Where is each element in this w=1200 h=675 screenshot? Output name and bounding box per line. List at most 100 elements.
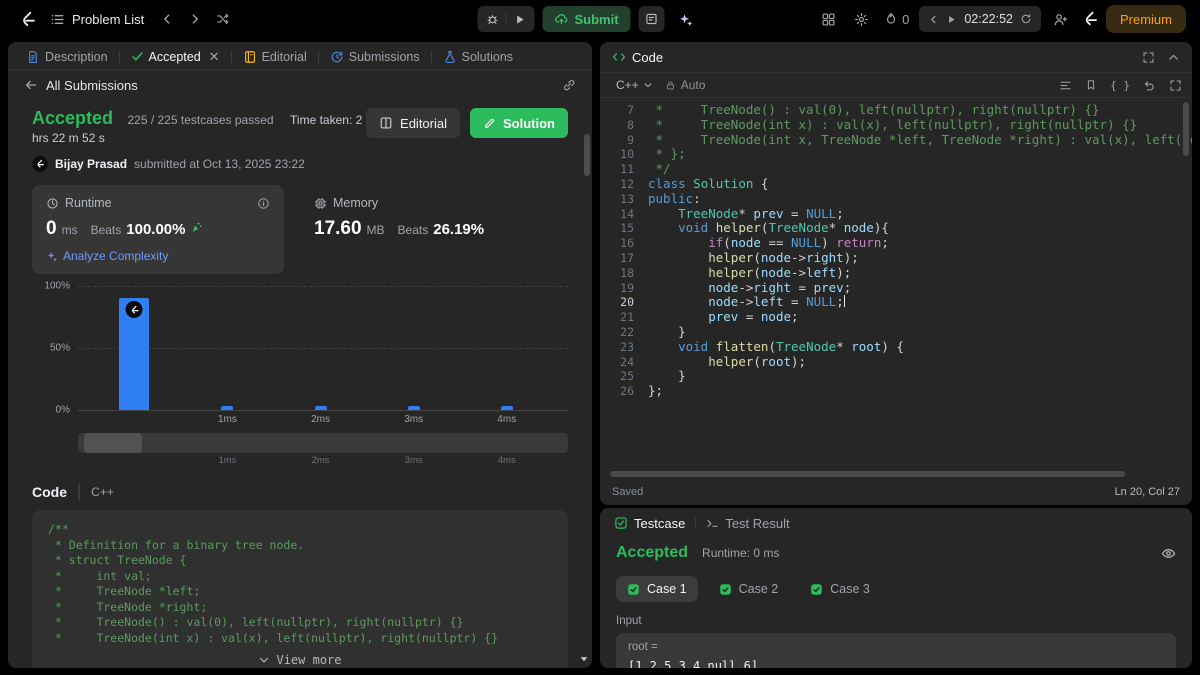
settings-gear-icon[interactable] [848,6,874,32]
author-name[interactable]: Bijay Prasad [55,157,127,171]
editor-line-18[interactable]: 18 helper(node->left); [600,265,1192,281]
bookmark-icon[interactable] [1085,79,1097,91]
collapse-chevron-icon[interactable] [1167,51,1180,64]
analyze-complexity-button[interactable]: Analyze Complexity [46,249,168,263]
line-content: class Solution { [648,175,769,191]
chart-bar-0ms[interactable] [119,298,150,410]
leetcode-logo-icon[interactable] [14,6,40,32]
editor-line-25[interactable]: 25 } [600,368,1192,384]
runtime-card[interactable]: Runtime 0 ms Beats 100.00% Analyze Compl… [32,185,284,274]
memory-card[interactable]: Memory 17.60 MB Beats 26.19% [300,185,552,274]
editor-line-11[interactable]: 11 */ [600,161,1192,177]
y-tick-label: 100% [44,280,70,292]
undo-icon[interactable] [1143,79,1156,92]
editor-line-26[interactable]: 26}; [600,383,1192,399]
submit-label: Submit [574,11,619,27]
editorial-button[interactable]: Editorial [366,108,460,138]
info-icon[interactable] [257,197,270,210]
tab-testcase[interactable]: Testcase [614,516,685,531]
editor-line-16[interactable]: 16 if(node == NULL) return; [600,235,1192,251]
apps-grid-icon[interactable] [815,6,841,32]
leetcode-mark-icon [1081,10,1099,28]
clock-icon [46,197,59,210]
auto-mode-toggle[interactable]: Auto [659,76,712,94]
tab-editorial[interactable]: Editorial [235,45,315,69]
slider-handle[interactable] [84,433,142,453]
slider-tick-label: 2ms [311,455,330,466]
submitted-code-lines: /** * Definition for a binary tree node.… [48,522,552,646]
case-tab-3[interactable]: Case 3 [799,576,881,602]
editor-horizontal-scrollbar[interactable] [610,469,1182,479]
editor-lines: 7 * TreeNode() : val(0), left(nullptr), … [600,102,1192,399]
editor-line-17[interactable]: 17 helper(node->right); [600,250,1192,266]
prev-problem-button[interactable] [154,6,180,32]
timer-play-icon[interactable] [946,14,957,25]
back-to-all-submissions-button[interactable]: All Submissions [24,78,138,93]
editor-line-15[interactable]: 15 void helper(TreeNode* node){ [600,220,1192,236]
editor-line-21[interactable]: 21 prev = node; [600,309,1192,325]
editor-line-24[interactable]: 24 helper(root); [600,354,1192,370]
tab-submissions[interactable]: Submissions [322,45,428,69]
next-problem-button[interactable] [182,6,208,32]
editor-line-13[interactable]: 13 public: [600,191,1192,207]
eye-icon[interactable] [1161,546,1176,561]
console-runtime: Runtime: 0 ms [702,546,780,560]
tab-description[interactable]: Description [18,45,116,69]
problem-list-button[interactable]: Problem List [42,8,152,31]
copy-link-icon[interactable] [562,78,576,92]
editor-line-10[interactable]: 10 * }; [600,146,1192,162]
case-tabs: Case 1 Case 2 Case 3 [616,576,1176,602]
streak-counter[interactable]: 0 [881,12,912,27]
timer-reset-icon[interactable] [1020,13,1032,25]
tab-code[interactable]: Code [612,50,663,65]
debug-icon[interactable] [479,6,505,32]
expand-panel-icon[interactable] [1142,51,1155,64]
ai-sparkle-icon[interactable] [673,6,699,32]
editor-line-8[interactable]: 8 * TreeNode(int x) : val(x), left(nullp… [600,116,1192,133]
case-tab-2[interactable]: Case 2 [708,576,790,602]
editor-line-19[interactable]: 19 node->right = prev; [600,280,1192,296]
run-button[interactable] [506,6,532,32]
scroll-down-arrow-icon[interactable] [578,653,590,665]
console-body: Accepted Runtime: 0 ms Case 1 Case 2 Case … [600,538,1192,668]
editor-line-23[interactable]: 23 void flatten(TreeNode* root) { [600,338,1192,355]
invite-person-icon[interactable] [1048,6,1074,32]
editor-line-20[interactable]: 20 node->left = NULL; [600,294,1192,310]
language-selector[interactable]: C++ [610,76,659,94]
editor-toolbar: C++ Auto {} [600,72,1192,98]
case-tab-1[interactable]: Case 1 [616,576,698,602]
editor-line-9[interactable]: 9 * TreeNode(int x, TreeNode *left, Tree… [600,132,1192,148]
tab-label: Solutions [461,49,514,64]
maximize-icon[interactable] [1169,79,1182,92]
line-content: }; [648,383,664,399]
format-lines-icon[interactable] [1059,79,1072,92]
solution-button[interactable]: Solution [470,108,568,138]
tab-solutions[interactable]: Solutions [435,45,521,69]
editor-line-7[interactable]: 7 * TreeNode() : val(0), left(nullptr), … [600,102,1192,118]
notes-icon[interactable] [638,6,665,32]
tab-accepted[interactable]: Accepted ✕ [123,45,228,69]
line-number: 24 [620,354,634,369]
root-input[interactable]: root = [1,2,5,3,4,null,6] [616,633,1176,668]
editor-vertical-scrollbar[interactable] [1183,102,1189,156]
submit-button[interactable]: Submit [542,6,631,32]
view-more-button[interactable]: View more [258,653,342,667]
editor-line-12[interactable]: 12 class Solution { [600,175,1192,192]
premium-button[interactable]: Premium [1105,5,1186,33]
timer-widget[interactable]: 02:22:52 [919,6,1041,32]
code-editor[interactable]: 7 * TreeNode() : val(0), left(nullptr), … [600,98,1192,469]
left-panel-scrollbar[interactable] [584,134,590,176]
hscroll-thumb[interactable] [610,471,1125,477]
editor-line-22[interactable]: 22 } [600,324,1192,340]
tab-test-result[interactable]: Test Result [706,516,790,531]
editor-line-14[interactable]: 14 TreeNode* prev = NULL; [600,206,1192,222]
line-content: void flatten(TreeNode* root) { [678,338,904,354]
navbar-run-controls: Submit [477,6,698,32]
timer-collapse-icon[interactable] [928,14,939,25]
shuffle-icon[interactable] [210,6,236,32]
close-tab-icon[interactable]: ✕ [209,50,220,63]
braces-icon[interactable]: { } [1110,79,1130,92]
chart-range-slider[interactable] [78,433,568,453]
line-content: * TreeNode(int x) : val(x), left(nullptr… [648,116,1138,132]
line-content: */ [648,161,671,177]
